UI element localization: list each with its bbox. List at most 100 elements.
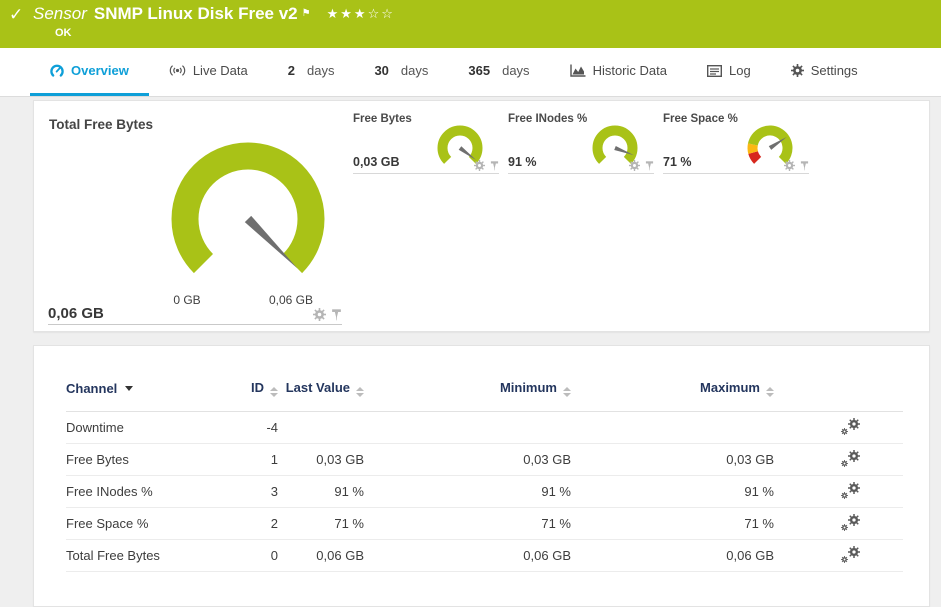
rating-stars[interactable]: ★★★☆☆ — [327, 6, 395, 21]
gauges-panel: Total Free Bytes 0 GB 0,06 GB 0,06 GB Fr… — [33, 100, 930, 332]
channel-maximum: 71 % — [571, 507, 774, 540]
tab-historic-data[interactable]: Historic Data — [550, 48, 687, 96]
table-header-row: Channel ID Last Value Minimum Maximum — [66, 346, 903, 412]
channel-settings-icon[interactable] — [841, 513, 860, 531]
tab-day-count: 365 — [468, 63, 491, 78]
channel-name: Free Space % — [66, 507, 206, 540]
channel-minimum: 0,06 GB — [364, 539, 571, 572]
sensor-title: SNMP Linux Disk Free v2 — [93, 4, 298, 23]
channel-last-value: 91 % — [278, 475, 364, 508]
tab-365-days[interactable]: 365 days — [448, 48, 549, 96]
tab-label: Overview — [71, 63, 129, 78]
channel-minimum: 91 % — [364, 475, 571, 508]
channel-row-downtime[interactable]: Downtime -4 — [66, 411, 903, 444]
gauge-value: 0,06 GB — [48, 305, 104, 322]
channel-row-free-bytes[interactable]: Free Bytes 1 0,03 GB 0,03 GB 0,03 GB — [66, 443, 903, 476]
gauge-block-free-inodes[interactable]: Free INodes % 91 % — [508, 113, 654, 174]
tab-label: Log — [728, 63, 751, 78]
gauge-icon — [50, 64, 64, 77]
channel-row-total-free-bytes[interactable]: Total Free Bytes 0 0,06 GB 0,06 GB 0,06 … — [66, 539, 903, 572]
channel-minimum: 71 % — [364, 507, 571, 540]
column-header-minimum[interactable]: Minimum — [364, 346, 571, 412]
pin-icon[interactable] — [800, 161, 809, 171]
column-header-settings — [774, 346, 903, 412]
channel-last-value: 0,03 GB — [278, 443, 364, 476]
channel-maximum: 0,03 GB — [571, 443, 774, 476]
sensor-status-badge: OK — [55, 27, 72, 39]
channels-panel: Channel ID Last Value Minimum Maximum Do… — [33, 345, 930, 607]
tab-2-days[interactable]: 2 days — [268, 48, 355, 96]
sensor-status-header: ✓ Sensor SNMP Linux Disk Free v2 ⚑ ★★★☆☆ OK — [0, 0, 941, 48]
column-header-channel[interactable]: Channel — [66, 346, 206, 412]
channel-name: Total Free Bytes — [66, 539, 206, 572]
channel-name: Free INodes % — [66, 475, 206, 508]
gear-icon — [790, 64, 804, 77]
channels-table: Channel ID Last Value Minimum Maximum Do… — [66, 346, 903, 572]
area-chart-icon — [569, 64, 586, 77]
live-signal-icon — [169, 65, 186, 76]
column-header-last-value[interactable]: Last Value — [278, 346, 364, 412]
channel-last-value: 0,06 GB — [278, 539, 364, 572]
tab-label: Historic Data — [592, 63, 667, 78]
log-list-icon — [706, 64, 722, 77]
tab-day-count: 30 — [374, 63, 389, 78]
channel-name: Free Bytes — [66, 443, 206, 476]
gauge-title: Total Free Bytes — [49, 117, 154, 132]
column-header-id[interactable]: ID — [206, 346, 278, 412]
tab-overview[interactable]: Overview — [30, 48, 149, 96]
pin-icon[interactable] — [645, 161, 654, 171]
tab-log[interactable]: Log — [687, 48, 771, 96]
tab-label: Settings — [810, 63, 858, 78]
tab-label: days — [306, 63, 335, 78]
tab-settings[interactable]: Settings — [771, 48, 878, 96]
channel-row-free-space[interactable]: Free Space % 2 71 % 71 % 71 % — [66, 507, 903, 540]
channel-last-value — [278, 411, 364, 444]
channel-settings-icon[interactable] — [841, 449, 860, 467]
channel-maximum: 91 % — [571, 475, 774, 508]
sort-icon — [766, 387, 774, 397]
tab-label: Live Data — [192, 63, 248, 78]
channel-name: Downtime — [66, 411, 206, 444]
channel-maximum: 0,06 GB — [571, 539, 774, 572]
gauge-dial — [171, 142, 325, 274]
sort-descending-icon — [125, 386, 134, 391]
channel-settings-icon[interactable] — [841, 545, 860, 563]
priority-flag-icon[interactable]: ⚑ — [302, 8, 311, 19]
channel-maximum — [571, 411, 774, 444]
gauge-block-free-space[interactable]: Free Space % 71 % — [663, 113, 809, 174]
gear-icon[interactable] — [629, 160, 640, 171]
pin-icon[interactable] — [331, 309, 342, 321]
channel-row-free-inodes[interactable]: Free INodes % 3 91 % 91 % 91 % — [66, 475, 903, 508]
channel-id: 2 — [206, 507, 278, 540]
tab-label: days — [502, 63, 530, 78]
gauge-value: 0,03 GB — [353, 155, 400, 169]
channel-settings-icon[interactable] — [841, 417, 860, 435]
channel-id: 1 — [206, 443, 278, 476]
tab-day-count: 2 — [287, 63, 295, 78]
gauge-value: 71 % — [663, 155, 692, 169]
gauge-block-free-bytes[interactable]: Free Bytes 0,03 GB — [353, 113, 499, 174]
status-ok-check-icon: ✓ — [9, 5, 24, 24]
gear-icon[interactable] — [474, 160, 485, 171]
channel-minimum — [364, 411, 571, 444]
tab-bar: Overview Live Data 2 days 30 days 365 days … — [0, 48, 941, 97]
channel-minimum: 0,03 GB — [364, 443, 571, 476]
prtg-sensor-page: { "header": { "kind_label": "Sensor", "t… — [0, 0, 941, 607]
tab-label: days — [400, 63, 429, 78]
channel-id: 0 — [206, 539, 278, 572]
tab-30-days[interactable]: 30 days — [354, 48, 448, 96]
object-kind-label: Sensor — [33, 4, 87, 23]
gear-icon[interactable] — [784, 160, 795, 171]
sort-icon — [563, 387, 571, 397]
gear-icon[interactable] — [313, 308, 326, 321]
channel-last-value: 71 % — [278, 507, 364, 540]
tab-live-data[interactable]: Live Data — [149, 48, 268, 96]
gauge-value: 91 % — [508, 155, 537, 169]
column-header-maximum[interactable]: Maximum — [571, 346, 774, 412]
sort-icon — [356, 387, 364, 397]
channel-id: 3 — [206, 475, 278, 508]
channel-id: -4 — [206, 411, 278, 444]
sort-icon — [270, 387, 278, 397]
pin-icon[interactable] — [490, 161, 499, 171]
channel-settings-icon[interactable] — [841, 481, 860, 499]
